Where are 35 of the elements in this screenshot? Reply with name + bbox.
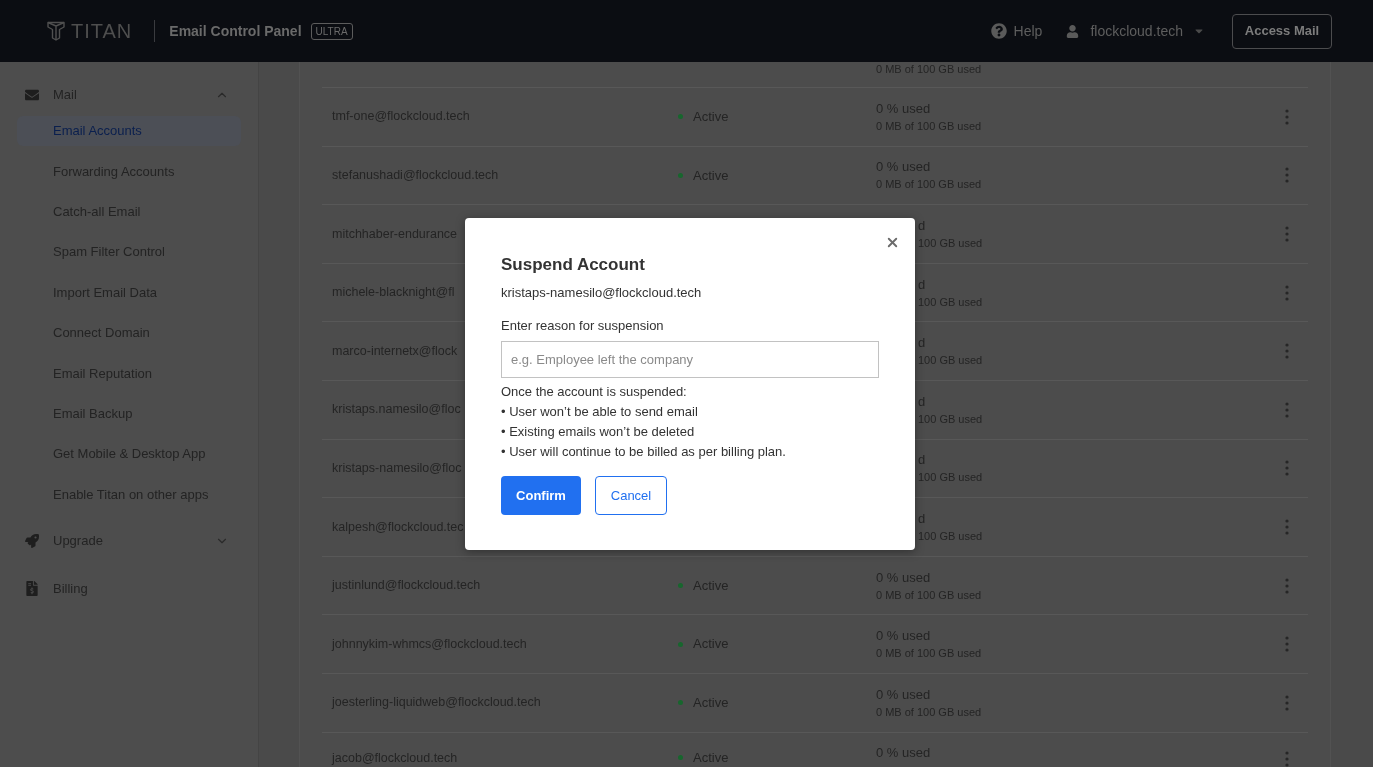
kebab-menu-icon[interactable] (1285, 694, 1289, 711)
kebab-menu-icon[interactable] (1285, 518, 1289, 535)
kebab-menu-icon[interactable] (1285, 401, 1289, 418)
panel-title: Email Control Panel (169, 21, 302, 41)
kebab-menu-icon[interactable] (1285, 284, 1289, 301)
user-icon (1066, 24, 1080, 38)
kebab-menu-icon[interactable] (1285, 577, 1289, 594)
rocket-icon (25, 533, 39, 548)
access-mail-button[interactable]: Access Mail (1232, 13, 1332, 49)
account-email: kristaps-namesilo@flockcloud.tech (501, 284, 703, 302)
envelope-icon (25, 88, 39, 102)
kebab-menu-icon[interactable] (1285, 343, 1289, 360)
help-icon (990, 23, 1007, 39)
plan-label: ULTRA (310, 22, 353, 40)
reason-label: Enter reason for suspension (501, 317, 665, 335)
kebab-menu-icon[interactable] (1285, 167, 1289, 184)
kebab-menu-icon[interactable] (1285, 108, 1289, 125)
kebab-menu-icon[interactable] (1285, 636, 1289, 653)
logo-icon (47, 21, 65, 41)
kebab-menu-icon[interactable] (1285, 460, 1289, 477)
help-link[interactable]: Help (990, 20, 1043, 42)
reason-input[interactable]: e.g. Employee left the company (501, 341, 879, 378)
logo-text: TITAN (71, 19, 133, 43)
confirm-button[interactable]: Confirm (501, 476, 581, 515)
dialog-title: Suspend Account (501, 254, 646, 276)
cancel-button[interactable]: Cancel (595, 476, 667, 515)
kebab-menu-icon[interactable] (1285, 750, 1289, 767)
dollar-document-icon (25, 581, 39, 596)
suspension-note: • User won’t be able to send email (501, 403, 699, 421)
suspension-note: • User will continue to be billed as per billing plan. (501, 443, 787, 461)
account-menu[interactable]: flockcloud.tech (1066, 20, 1205, 42)
suspension-note: • Existing emails won’t be deleted (501, 423, 696, 441)
suspension-note: Once the account is suspended: (501, 383, 688, 401)
kebab-menu-icon[interactable] (1285, 226, 1289, 242)
sidebar-item[interactable]: Email Accounts (17, 116, 241, 146)
